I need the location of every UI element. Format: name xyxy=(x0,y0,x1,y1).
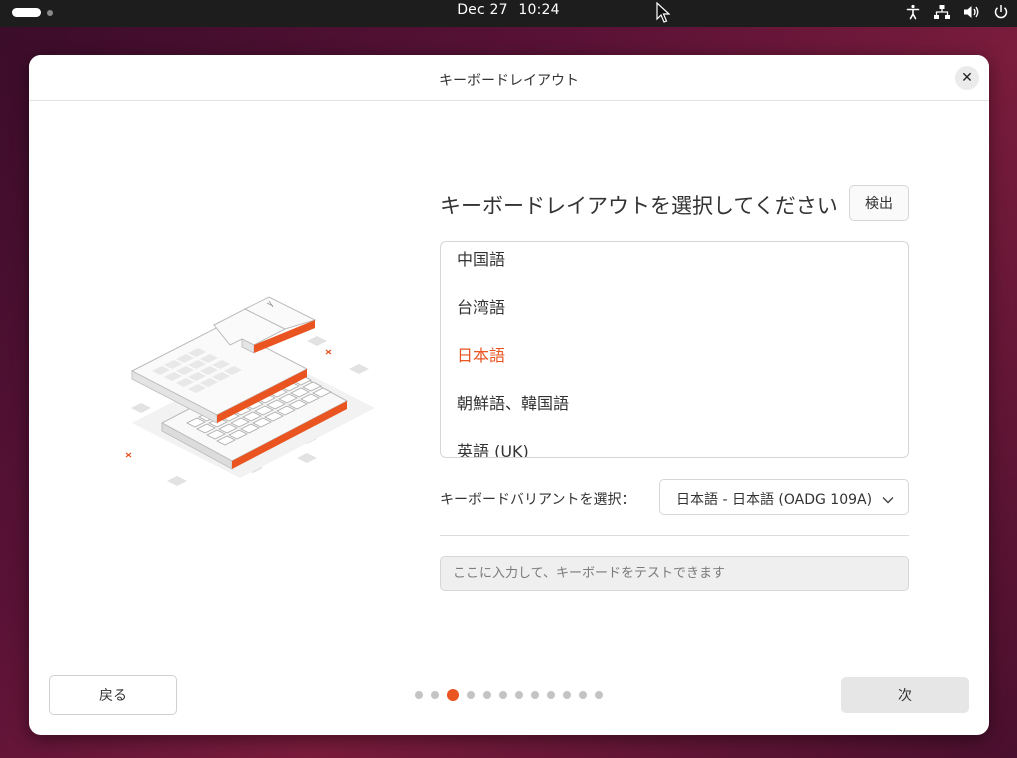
system-tray[interactable] xyxy=(905,4,1009,20)
volume-icon[interactable] xyxy=(963,4,981,20)
close-icon: ✕ xyxy=(961,70,973,86)
clock-date: Dec 27 xyxy=(457,2,508,18)
installer-window: キーボードレイアウト ✕ キーボードレイアウトを選択してください 検出 中国語 … xyxy=(29,55,989,735)
accessibility-icon[interactable] xyxy=(905,4,921,20)
pager-dot xyxy=(531,691,539,699)
back-button[interactable]: 戻る xyxy=(49,675,177,715)
variant-dropdown[interactable]: 日本語 - 日本語 (OADG 109A) xyxy=(659,479,909,515)
variant-dropdown-value: 日本語 - 日本語 (OADG 109A) xyxy=(676,492,873,508)
pager-dot-current xyxy=(447,689,459,701)
network-icon[interactable] xyxy=(933,4,951,20)
power-icon[interactable] xyxy=(993,4,1009,20)
list-item-taiwanese[interactable]: 台湾語 xyxy=(457,294,505,318)
pager-dot xyxy=(499,691,507,699)
mouse-cursor-icon xyxy=(656,1,671,28)
pager-dot xyxy=(467,691,475,699)
back-button-label: 戻る xyxy=(99,688,127,704)
pager-dot xyxy=(431,691,439,699)
clock-time: 10:24 xyxy=(518,2,560,18)
pager-dot xyxy=(563,691,571,699)
keyboard-test-input[interactable] xyxy=(440,556,909,591)
list-item-japanese-selected[interactable]: 日本語 xyxy=(457,342,505,366)
pager-dot xyxy=(415,691,423,699)
variant-label: キーボードバリアントを選択： xyxy=(440,492,636,508)
pager-dot xyxy=(595,691,603,699)
pager-dot xyxy=(579,691,587,699)
clock[interactable]: Dec 27 10:24 xyxy=(0,2,1017,18)
step-pager xyxy=(415,689,603,701)
list-item-korean[interactable]: 朝鮮語、韓国語 xyxy=(457,390,569,414)
separator xyxy=(440,535,909,536)
list-item-english-uk[interactable]: 英語 (UK) xyxy=(457,438,529,457)
window-titlebar: キーボードレイアウト ✕ xyxy=(29,55,989,101)
next-button-label: 次 xyxy=(898,688,912,704)
detect-button[interactable]: 検出 xyxy=(849,185,909,221)
keyboard-layout-list[interactable]: 中国語 台湾語 日本語 朝鮮語、韓国語 英語 (UK) xyxy=(440,241,909,458)
window-title: キーボードレイアウト xyxy=(439,73,579,89)
next-button[interactable]: 次 xyxy=(841,677,969,713)
close-button[interactable]: ✕ xyxy=(955,66,979,90)
pager-dot xyxy=(547,691,555,699)
page-heading: キーボードレイアウトを選択してください xyxy=(440,194,838,218)
detect-button-label: 検出 xyxy=(865,196,893,212)
pager-dot xyxy=(515,691,523,699)
pager-dot xyxy=(483,691,491,699)
keyboard-illustration xyxy=(117,283,377,497)
list-item-chinese[interactable]: 中国語 xyxy=(457,246,505,270)
chevron-down-icon xyxy=(882,491,894,510)
top-bar: Dec 27 10:24 xyxy=(0,0,1017,27)
